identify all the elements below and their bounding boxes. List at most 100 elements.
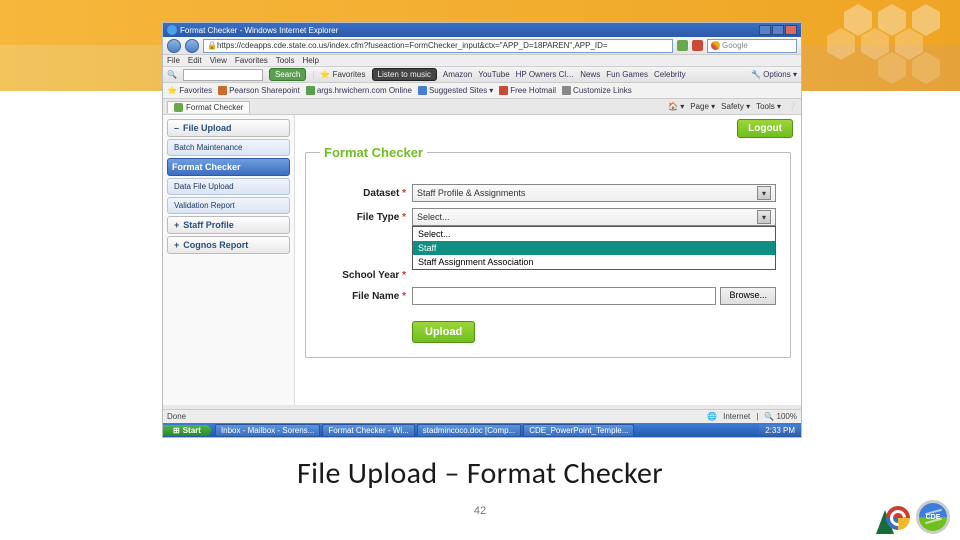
app-body: – File Upload Batch Maintenance Format C…	[163, 115, 801, 405]
maximize-button[interactable]	[772, 25, 784, 35]
filename-input[interactable]	[412, 287, 716, 305]
window-title: Format Checker - Windows Internet Explor…	[180, 26, 338, 35]
toolbar-link-games[interactable]: Fun Games	[606, 70, 648, 79]
browser-window: Format Checker - Windows Internet Explor…	[162, 22, 802, 438]
toolbar-favorites-button[interactable]: ⭐ Favorites	[320, 70, 365, 79]
filetype-option-1[interactable]: Staff	[413, 241, 775, 255]
toolbar-link-youtube[interactable]: YouTube	[478, 70, 509, 79]
filetype-value: Select...	[417, 212, 450, 222]
row-schoolyear: School Year *	[320, 270, 776, 281]
dataset-select[interactable]: Staff Profile & Assignments	[412, 184, 776, 202]
toolbar-row: 🔍 Search | ⭐ Favorites Listen to music A…	[163, 67, 801, 83]
menu-file[interactable]: File	[167, 56, 180, 65]
browse-button[interactable]: Browse...	[720, 287, 776, 305]
menu-help[interactable]: Help	[302, 56, 318, 65]
accordion-toggle-icon: +	[174, 220, 179, 230]
label-schoolyear: School Year *	[320, 270, 406, 281]
toolbar-search-icon: 🔍	[167, 70, 177, 79]
tabcmd-home[interactable]: 🏠 ▾	[668, 102, 684, 111]
taskbar-item-2[interactable]: stadmincoco.doc [Comp...	[417, 424, 521, 437]
taskbar-item-1[interactable]: Format Checker - Wi...	[322, 424, 414, 437]
stop-button[interactable]	[692, 40, 703, 51]
accordion-label: File Upload	[183, 123, 232, 133]
google-icon	[711, 41, 720, 50]
status-bar: Done 🌐 Internet | 🔍 100%	[163, 409, 801, 423]
browser-tab-active[interactable]: Format Checker	[167, 101, 250, 113]
chevron-down-icon	[757, 210, 771, 224]
taskbar-item-0[interactable]: Inbox - Mailbox - Sorens...	[215, 424, 320, 437]
url-text: https://cdeapps.cde.state.co.us/index.cf…	[217, 41, 608, 50]
forward-button[interactable]	[185, 39, 199, 53]
system-tray[interactable]: 2:33 PM	[759, 425, 801, 436]
upload-button[interactable]: Upload	[412, 321, 475, 343]
filetype-select[interactable]: Select...	[412, 208, 776, 226]
tab-label: Format Checker	[186, 103, 243, 112]
dataset-value: Staff Profile & Assignments	[417, 188, 525, 198]
tabcmd-safety[interactable]: Safety ▾	[721, 102, 750, 111]
toolbar-link-news[interactable]: News	[580, 70, 600, 79]
toolbar-options-button[interactable]: 🔧 Options ▾	[751, 70, 797, 79]
favbar-item-2[interactable]: Suggested Sites ▾	[418, 86, 493, 95]
filetype-option-2[interactable]: Staff Assignment Association	[413, 255, 775, 269]
back-button[interactable]	[167, 39, 181, 53]
menu-bar: File Edit View Favorites Tools Help	[163, 55, 801, 67]
menu-edit[interactable]: Edit	[188, 56, 202, 65]
fieldset-legend: Format Checker	[320, 145, 427, 160]
favbar-item-1[interactable]: args.hrwichern.com Online	[306, 86, 412, 95]
toolbar-link-amazon[interactable]: Amazon	[443, 70, 472, 79]
accordion-cognos-report[interactable]: + Cognos Report	[167, 236, 290, 254]
label-filetype: File Type *	[320, 212, 406, 223]
status-trust: Internet	[723, 412, 750, 421]
format-checker-fieldset: Format Checker Dataset * Staff Profile &…	[305, 145, 791, 358]
colorado-logo-icon	[880, 504, 910, 534]
search-box[interactable]: Google	[707, 39, 797, 53]
accordion-toggle-icon: +	[174, 240, 179, 250]
row-filetype: File Type * Select... Select... Staff St…	[320, 208, 776, 226]
menu-view[interactable]: View	[210, 56, 227, 65]
toolbar-link-hp[interactable]: HP Owners Cl…	[516, 70, 575, 79]
menu-tools[interactable]: Tools	[276, 56, 295, 65]
accordion-toggle-icon: –	[174, 123, 179, 133]
accordion-file-upload[interactable]: – File Upload	[167, 119, 290, 137]
tabcmd-help-icon[interactable]: ❔	[787, 102, 797, 111]
tabcmd-tools[interactable]: Tools ▾	[756, 102, 781, 111]
logout-button[interactable]: Logout	[737, 119, 793, 138]
accordion-label: Cognos Report	[183, 240, 248, 250]
favbar-item-3[interactable]: Free Hotmail	[499, 86, 556, 95]
filetype-option-0[interactable]: Select...	[413, 227, 775, 241]
toolbar-listen-button[interactable]: Listen to music	[372, 68, 437, 81]
cde-logo-icon: CDE	[916, 500, 950, 534]
tabcmd-page[interactable]: Page ▾	[690, 102, 715, 111]
status-zoom[interactable]: 🔍 100%	[764, 412, 797, 421]
row-filename: File Name * Browse...	[320, 287, 776, 305]
slide-logos: CDE	[880, 500, 950, 534]
refresh-button[interactable]	[677, 40, 688, 51]
nav-format-checker[interactable]: Format Checker	[167, 158, 290, 176]
toolbar-link-celeb[interactable]: Celebrity	[654, 70, 686, 79]
favorites-bar: ⭐ Favorites Pearson Sharepoint args.hrwi…	[163, 83, 801, 99]
sidebar: – File Upload Batch Maintenance Format C…	[163, 115, 295, 405]
start-button[interactable]: ⊞ Start	[163, 425, 211, 436]
taskbar-item-3[interactable]: CDE_PowerPoint_Temple...	[523, 424, 634, 437]
menu-favorites[interactable]: Favorites	[235, 56, 268, 65]
accordion-label: Staff Profile	[183, 220, 234, 230]
toolbar-search-button[interactable]: Search	[269, 68, 306, 81]
minimize-button[interactable]	[759, 25, 771, 35]
toolbar-search-input[interactable]	[183, 69, 263, 81]
internet-zone-icon: 🌐	[707, 412, 717, 421]
favorites-star-icon[interactable]: ⭐ Favorites	[167, 86, 212, 95]
close-button[interactable]	[785, 25, 797, 35]
accordion-staff-profile[interactable]: + Staff Profile	[167, 216, 290, 234]
favbar-item-0[interactable]: Pearson Sharepoint	[218, 86, 300, 95]
filetype-dropdown[interactable]: Select... Staff Staff Assignment Associa…	[412, 226, 776, 270]
window-controls[interactable]	[759, 25, 797, 35]
label-filename: File Name *	[320, 291, 406, 302]
tab-strip: Format Checker 🏠 ▾ Page ▾ Safety ▾ Tools…	[163, 99, 801, 115]
tab-icon	[174, 103, 183, 112]
nav-batch-maintenance[interactable]: Batch Maintenance	[167, 139, 290, 156]
favbar-item-4[interactable]: Customize Links	[562, 86, 632, 95]
row-dataset: Dataset * Staff Profile & Assignments	[320, 184, 776, 202]
address-input[interactable]: 🔒 https://cdeapps.cde.state.co.us/index.…	[203, 39, 673, 53]
nav-data-file-upload[interactable]: Data File Upload	[167, 178, 290, 195]
nav-validation-report[interactable]: Validation Report	[167, 197, 290, 214]
